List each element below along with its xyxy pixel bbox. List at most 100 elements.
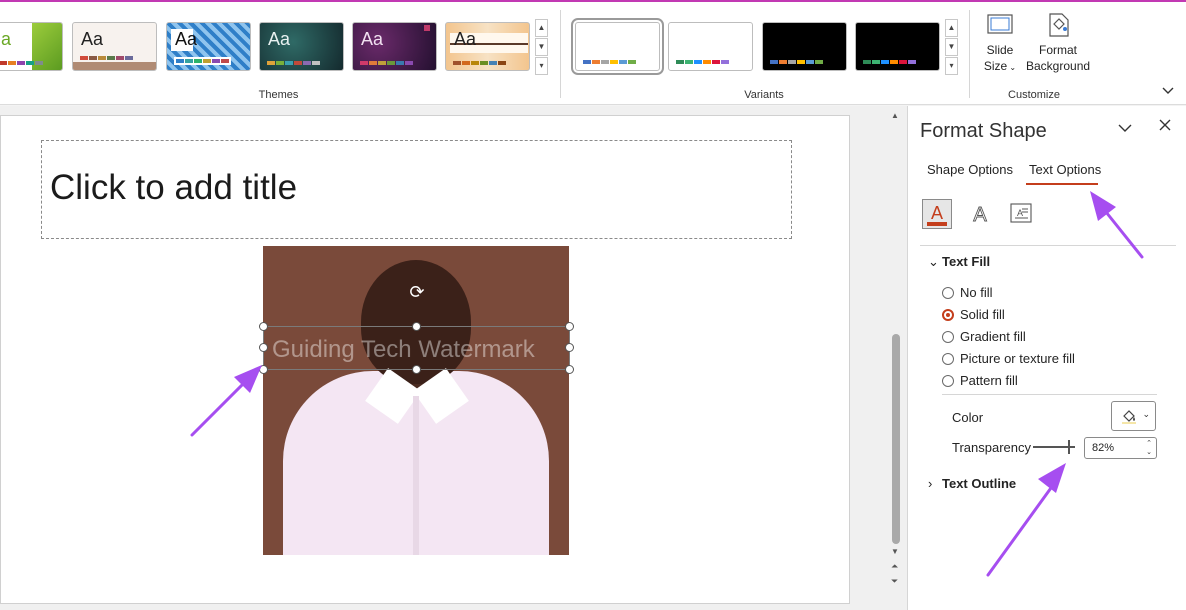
gradient-fill-option[interactable]: Gradient fill (942, 329, 1026, 344)
slide-size-icon (986, 12, 1014, 38)
slide-scrollbar[interactable]: ▲ ▼ ⏶ ⏷ (888, 106, 904, 610)
svg-text:A: A (931, 203, 943, 223)
resize-handle[interactable] (412, 322, 421, 331)
variants-gallery-scroll[interactable]: ▲ ▼ ▾ (945, 19, 958, 77)
text-effects-icon[interactable]: A (965, 199, 995, 229)
variant-thumb-2[interactable] (668, 22, 753, 71)
gallery-more-icon[interactable]: ▾ (945, 57, 958, 75)
picture-fill-label: Picture or texture fill (960, 351, 1075, 366)
chevron-down-icon: ⌄ (1142, 409, 1150, 419)
format-background-button[interactable]: Format Background (1026, 12, 1090, 74)
format-background-label: Format (1038, 43, 1077, 57)
format-background-icon (1044, 12, 1072, 38)
resize-handle[interactable] (565, 365, 574, 374)
no-fill-label: No fill (960, 285, 993, 300)
svg-text:A: A (973, 204, 987, 226)
chevron-down-icon: ⌄ (1007, 63, 1017, 72)
radio-solid-fill[interactable] (942, 308, 954, 321)
scrollbar-thumb[interactable] (892, 334, 900, 544)
gallery-more-icon[interactable]: ▾ (535, 57, 548, 75)
theme-thumb-5[interactable]: Aa (352, 22, 437, 71)
slide-canvas-area: Click to add title Guiding Tech Watermar… (0, 106, 907, 610)
annotation-arrow-left (190, 365, 262, 437)
gallery-down-icon[interactable]: ▼ (945, 38, 958, 56)
tab-text-options[interactable]: Text Options (1029, 162, 1101, 177)
text-fill-outline-icon[interactable]: A (922, 199, 952, 229)
radio-no-fill[interactable] (942, 286, 954, 299)
variant-thumb-4[interactable] (855, 22, 940, 71)
color-picker-button[interactable]: ⌄ (1111, 401, 1156, 431)
ribbon-collapse-chevron-icon[interactable] (1162, 84, 1174, 98)
text-fill-section-header[interactable]: ⌄ Text Fill (928, 254, 990, 270)
title-placeholder[interactable]: Click to add title (41, 140, 792, 239)
variant-thumb-3[interactable] (762, 22, 847, 71)
radio-picture-fill[interactable] (942, 352, 954, 365)
slide-size-label-2: Size (983, 59, 1008, 73)
slide-size-label: Slide (986, 43, 1014, 57)
paint-bucket-icon (1120, 407, 1138, 430)
themes-gallery-scroll[interactable]: ▲ ▼ ▾ (535, 19, 548, 77)
resize-handle[interactable] (565, 322, 574, 331)
themes-group: a Aa Aa Aa Aa Aa ▲ ▼ ▾ Themes (0, 2, 557, 105)
theme-thumb-2[interactable]: Aa (72, 22, 157, 71)
previous-slide-icon[interactable]: ⏶ (891, 561, 898, 572)
theme-thumb-6[interactable]: Aa (445, 22, 530, 71)
gallery-down-icon[interactable]: ▼ (535, 38, 548, 56)
transparency-value: 82% (1092, 442, 1115, 454)
transparency-label: Transparency (952, 440, 1031, 455)
theme-thumb-label: Aa (81, 29, 104, 49)
annotation-arrow-transparency (986, 463, 1066, 577)
resize-handle[interactable] (259, 343, 268, 352)
transparency-slider-thumb[interactable] (1068, 440, 1070, 454)
pane-title: Format Shape (920, 120, 1047, 142)
chevron-right-icon: › (928, 476, 933, 491)
theme-thumb-4[interactable]: Aa (259, 22, 344, 71)
radio-gradient-fill[interactable] (942, 330, 954, 343)
annotation-arrow-tab (1090, 191, 1144, 259)
gradient-fill-label: Gradient fill (960, 329, 1026, 344)
slide[interactable]: Click to add title Guiding Tech Watermar… (0, 115, 850, 604)
customize-group: Slide Size ⌄ Format Background Customize (970, 2, 1098, 105)
section-divider (942, 394, 1157, 395)
theme-thumb-1[interactable]: a (0, 22, 63, 71)
resize-handle[interactable] (259, 322, 268, 331)
rotate-icon[interactable]: ⟳ (407, 282, 427, 302)
watermark-textbox[interactable]: Guiding Tech Watermark (263, 326, 570, 370)
solid-fill-option[interactable]: Solid fill (942, 307, 1005, 322)
next-slide-icon[interactable]: ⏷ (891, 576, 898, 587)
scroll-down-icon[interactable]: ▼ (891, 547, 899, 556)
theme-thumb-label: a (1, 29, 12, 49)
resize-handle[interactable] (412, 365, 421, 374)
slide-size-button[interactable]: Slide Size ⌄ (980, 12, 1020, 76)
gallery-up-icon[interactable]: ▲ (945, 19, 958, 37)
transparency-input[interactable]: 82% ⌃ ⌄ (1084, 437, 1157, 459)
pattern-fill-option[interactable]: Pattern fill (942, 373, 1018, 388)
themes-label: Themes (258, 89, 299, 101)
resize-handle[interactable] (565, 343, 574, 352)
radio-pattern-fill[interactable] (942, 374, 954, 387)
tab-shape-options[interactable]: Shape Options (927, 162, 1013, 177)
picture-fill-option[interactable]: Picture or texture fill (942, 351, 1075, 366)
variant-thumb-1[interactable] (571, 18, 664, 75)
spin-arrows-icon[interactable]: ⌃ ⌄ (1146, 439, 1152, 457)
no-fill-option[interactable]: No fill (942, 285, 993, 300)
design-ribbon: a Aa Aa Aa Aa Aa ▲ ▼ ▾ Themes ▲ ▼ ▾ Vari… (0, 2, 1186, 105)
theme-thumb-3[interactable]: Aa (166, 22, 251, 71)
theme-thumb-label: Aa (268, 29, 291, 49)
text-fill-label: Text Fill (942, 254, 991, 269)
chevron-down-icon: ⌄ (928, 254, 939, 269)
gallery-up-icon[interactable]: ▲ (535, 19, 548, 37)
watermark-text: Guiding Tech Watermark (272, 336, 535, 363)
close-icon[interactable] (1159, 118, 1171, 136)
pattern-fill-label: Pattern fill (960, 373, 1018, 388)
scroll-up-icon[interactable]: ▲ (891, 111, 899, 120)
title-placeholder-text: Click to add title (50, 168, 298, 207)
theme-thumb-label: Aa (454, 29, 477, 49)
format-background-label-2: Background (1026, 59, 1091, 73)
theme-thumb-label: Aa (175, 29, 198, 49)
solid-fill-label: Solid fill (960, 307, 1005, 322)
textbox-icon[interactable]: A (1006, 199, 1036, 229)
color-label: Color (952, 410, 984, 425)
variants-group: ▲ ▼ ▾ Variants (560, 2, 968, 105)
pane-options-chevron-icon[interactable] (1118, 120, 1132, 136)
